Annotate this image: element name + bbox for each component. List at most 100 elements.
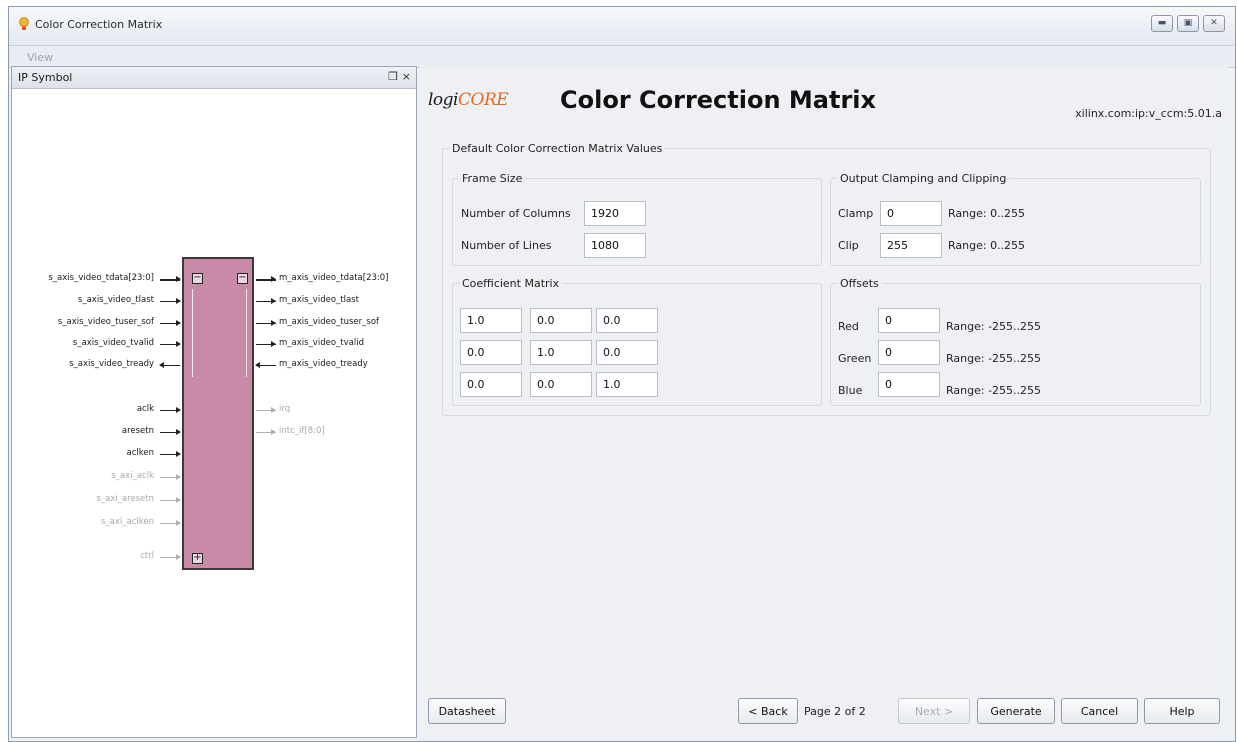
float-panel-icon[interactable]: ❒ (388, 70, 398, 83)
frame-size-legend: Frame Size (462, 172, 523, 185)
right-port-arrow-icon (271, 407, 276, 413)
datasheet-button[interactable]: Datasheet (428, 698, 506, 724)
left-port-label: s_axis_video_tlast (77, 295, 154, 305)
right-port-label: m_axis_video_tready (279, 359, 368, 369)
left-port-label: ctrl (140, 551, 154, 561)
coefficient-r2c2-input[interactable] (530, 340, 592, 365)
window-title: Color Correction Matrix (35, 18, 163, 31)
left-port-arrow-icon (176, 520, 181, 526)
minimize-button[interactable]: ▬ (1151, 15, 1173, 32)
right-port-arrow-icon (271, 320, 276, 326)
blue-offset-input[interactable] (878, 372, 940, 397)
left-port-arrow-icon (159, 362, 164, 368)
clip-range: Range: 0..255 (948, 239, 1026, 252)
blue-offset-label: Blue (838, 384, 863, 397)
menu-view[interactable]: View (27, 51, 53, 64)
coefficient-r3c2-input[interactable] (530, 372, 592, 397)
blue-offset-range: Range: -255..255 (946, 384, 1042, 397)
clip-input[interactable] (880, 233, 942, 258)
lightbulb-icon (19, 17, 29, 30)
coefficient-r3c1-input[interactable] (460, 372, 522, 397)
right-port-label: intc_if[8:0] (279, 426, 325, 436)
left-port-label: aclken (126, 448, 154, 458)
left-port-label: aresetn (121, 426, 154, 436)
left-port-label: s_axi_aclk (111, 471, 154, 481)
right-port-label: m_axis_video_tlast (279, 295, 359, 305)
left-port-arrow-icon (176, 429, 181, 435)
coefficient-r3c3-input[interactable] (596, 372, 658, 397)
green-offset-input[interactable] (878, 340, 940, 365)
left-port-arrow-icon (176, 554, 181, 560)
right-bus-bracket (246, 289, 249, 377)
right-port-label: irq (279, 404, 291, 414)
left-port-arrow-icon (176, 451, 181, 457)
coefficient-r1c1-input[interactable] (460, 308, 522, 333)
logicore-logo: logiCORE (428, 90, 509, 110)
close-panel-icon[interactable]: × (402, 70, 411, 83)
left-bus-bracket (192, 289, 195, 377)
clamp-range: Range: 0..255 (948, 207, 1026, 220)
clip-label: Clip (838, 239, 859, 252)
left-port-label: aclk (136, 404, 154, 414)
logo-core: CORE (458, 90, 509, 110)
next-button[interactable]: Next > (898, 698, 970, 724)
right-port-arrow-icon (271, 429, 276, 435)
ip-block: − − + (182, 257, 254, 570)
left-port-arrow-icon (176, 407, 181, 413)
left-port-arrow-icon (176, 320, 181, 326)
page-title: Color Correction Matrix (560, 86, 877, 114)
left-port-label: s_axis_video_tuser_sof (57, 317, 154, 327)
ip-symbol-title: IP Symbol (18, 71, 73, 84)
help-button[interactable]: Help (1144, 698, 1220, 724)
clamp-label: Clamp (838, 207, 874, 220)
coefficient-matrix-legend: Coefficient Matrix (462, 277, 560, 290)
clamping-legend: Output Clamping and Clipping (840, 172, 1007, 185)
close-window-button[interactable]: ✕ (1203, 15, 1225, 32)
lines-label: Number of Lines (461, 239, 552, 252)
right-port-label: m_axis_video_tdata[23:0] (279, 273, 389, 283)
ip-symbol-header: IP Symbol ❒ × (12, 67, 416, 89)
coefficient-r1c2-input[interactable] (530, 308, 592, 333)
red-offset-label: Red (838, 320, 859, 333)
coefficient-r2c3-input[interactable] (596, 340, 658, 365)
cancel-button[interactable]: Cancel (1061, 698, 1138, 724)
expand-ctrl-bus-icon[interactable]: + (192, 553, 203, 564)
back-button[interactable]: < Back (738, 698, 798, 724)
left-port-label: s_axis_video_tdata[23:0] (48, 273, 154, 283)
green-offset-range: Range: -255..255 (946, 352, 1042, 365)
left-port-label: s_axi_aclken (100, 517, 154, 527)
red-offset-input[interactable] (878, 308, 940, 333)
page-indicator: Page 2 of 2 (804, 705, 866, 718)
right-port-arrow-icon (255, 362, 260, 368)
left-port-arrow-icon (176, 497, 181, 503)
left-port-label: s_axi_aresetn (96, 494, 154, 504)
ip-vlnv: xilinx.com:ip:v_ccm:5.01.a (1075, 107, 1222, 120)
red-offset-range: Range: -255..255 (946, 320, 1042, 333)
lines-input[interactable] (584, 233, 646, 258)
left-port-arrow-icon (176, 341, 181, 347)
right-port-arrow-icon (271, 298, 276, 304)
clamp-input[interactable] (880, 201, 942, 226)
collapse-left-bus-icon[interactable]: − (192, 273, 203, 284)
left-port-arrow-icon (176, 276, 181, 282)
columns-label: Number of Columns (461, 207, 571, 220)
left-port-arrow-icon (176, 474, 181, 480)
right-port-label: m_axis_video_tvalid (279, 338, 364, 348)
right-port-arrow-icon (271, 276, 276, 282)
coefficient-r1c3-input[interactable] (596, 308, 658, 333)
title-bar: Color Correction Matrix ▬ ▣ ✕ (9, 7, 1235, 46)
green-offset-label: Green (838, 352, 872, 365)
collapse-right-bus-icon[interactable]: − (237, 273, 248, 284)
left-port-label: s_axis_video_tready (69, 359, 154, 369)
right-port-label: m_axis_video_tuser_sof (279, 317, 380, 327)
right-port-arrow-icon (271, 341, 276, 347)
columns-input[interactable] (584, 201, 646, 226)
left-port-label: s_axis_video_tvalid (72, 338, 154, 348)
maximize-button[interactable]: ▣ (1177, 15, 1199, 32)
coefficient-r2c1-input[interactable] (460, 340, 522, 365)
ip-symbol-panel: IP Symbol ❒ × − − + s_axis_video_tdata[2… (11, 66, 417, 738)
logo-prefix: logi (428, 90, 459, 110)
generate-button[interactable]: Generate (977, 698, 1055, 724)
main-content: logiCORE Color Correction Matrix xilinx.… (420, 66, 1228, 738)
left-port-arrow-icon (176, 298, 181, 304)
